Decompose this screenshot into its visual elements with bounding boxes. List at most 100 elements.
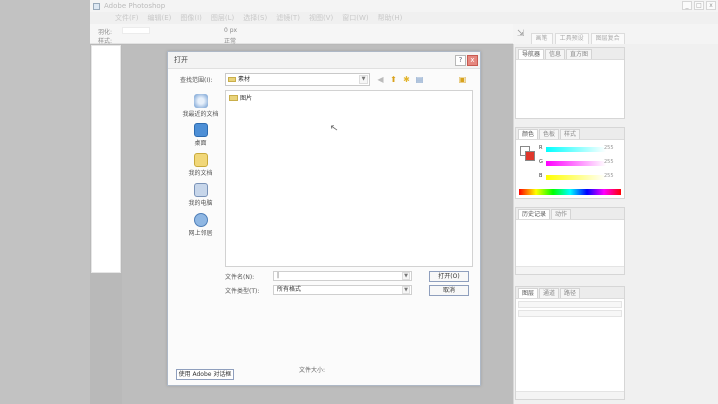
- chevron-down-icon[interactable]: ▼: [402, 272, 410, 280]
- tab-channels[interactable]: 通道: [539, 288, 560, 298]
- tab-info[interactable]: 信息: [545, 49, 566, 59]
- tab-swatches[interactable]: 色板: [539, 129, 560, 139]
- place-my-documents[interactable]: 我的文档: [178, 153, 223, 177]
- menu-image[interactable]: 图像(I): [180, 13, 202, 23]
- style-value[interactable]: 正常: [224, 36, 236, 45]
- file-browser-icon[interactable]: ▣: [458, 75, 467, 84]
- look-in-label: 查找范围(I):: [180, 77, 213, 84]
- dialog-close-button[interactable]: x: [467, 55, 478, 66]
- feather-value: 0 px: [224, 27, 238, 34]
- help-button[interactable]: ?: [455, 55, 466, 66]
- filetype-select[interactable]: 所有格式 ▼: [273, 285, 412, 295]
- place-desktop[interactable]: 桌面: [178, 123, 223, 147]
- color-spectrum-ramp[interactable]: [519, 189, 621, 195]
- navigator-tabs: 导航器 信息 直方图: [516, 48, 624, 60]
- list-item[interactable]: 图片: [229, 93, 252, 102]
- menu-layer[interactable]: 图层(L): [211, 13, 234, 23]
- place-recent-label: 我最近的文档: [182, 111, 219, 118]
- history-footer: [516, 266, 624, 274]
- history-palette: 历史记录 动作: [515, 207, 625, 275]
- mouse-pointer-icon: ↖: [329, 122, 340, 135]
- menu-window[interactable]: 窗口(W): [342, 13, 368, 23]
- tab-layer-comps[interactable]: 图层复合: [590, 33, 625, 44]
- recent-docs-icon: [193, 94, 208, 108]
- use-adobe-dialog-button[interactable]: 使用 Adobe 对话框: [176, 369, 234, 380]
- file-list[interactable]: 图片 ↖: [225, 90, 473, 267]
- green-slider[interactable]: [546, 161, 606, 166]
- app-title: Adobe Photoshop: [104, 2, 166, 10]
- menu-view[interactable]: 视图(V): [309, 13, 333, 23]
- red-value[interactable]: 255: [604, 145, 614, 151]
- left-background: [0, 0, 90, 404]
- filename-input[interactable]: | ▼: [273, 271, 412, 281]
- cancel-button[interactable]: 取消: [429, 285, 469, 296]
- chevron-down-icon[interactable]: ▼: [402, 286, 410, 294]
- network-icon: [193, 213, 208, 227]
- tab-tool-presets[interactable]: 工具预设: [554, 33, 589, 44]
- tab-history[interactable]: 历史记录: [518, 209, 551, 219]
- places-bar: 我最近的文档 桌面 我的文档 我的电脑 网上邻居: [178, 92, 223, 242]
- minimize-button[interactable]: _: [682, 1, 692, 10]
- view-menu-icon[interactable]: ▤: [415, 75, 424, 84]
- menu-bar: 文件(F) 编辑(E) 图像(I) 图层(L) 选择(S) 滤镜(T) 视图(V…: [90, 12, 718, 24]
- close-window-button[interactable]: x: [706, 1, 716, 10]
- brush-bar: ⇲ 画笔 工具预设 图层复合: [513, 24, 718, 44]
- folder-icon: [229, 94, 238, 101]
- menu-select[interactable]: 选择(S): [243, 13, 267, 23]
- chevron-down-icon[interactable]: ▼: [359, 75, 368, 84]
- open-button[interactable]: 打开(O): [429, 271, 469, 282]
- menu-help[interactable]: 帮助(H): [378, 13, 403, 23]
- blue-slider[interactable]: [546, 175, 606, 180]
- menu-edit[interactable]: 编辑(E): [148, 13, 172, 23]
- layers-tabs: 图层 通道 路径: [516, 287, 624, 299]
- background-color-swatch[interactable]: [525, 151, 535, 161]
- tab-histogram[interactable]: 直方图: [566, 49, 593, 59]
- tab-styles[interactable]: 样式: [560, 129, 581, 139]
- red-slider[interactable]: [546, 147, 606, 152]
- file-name: 图片: [240, 95, 253, 102]
- green-value[interactable]: 255: [604, 159, 614, 165]
- new-folder-icon[interactable]: ✱: [402, 75, 411, 84]
- look-in-select[interactable]: 素材 ▼: [225, 73, 370, 86]
- navigator-palette: 导航器 信息 直方图: [515, 47, 625, 119]
- tab-layers[interactable]: 图层: [518, 288, 539, 298]
- my-documents-icon: [193, 153, 208, 167]
- color-palette: 颜色 色板 样式 R 255 G 255 B 255: [515, 127, 625, 199]
- blend-mode-select[interactable]: [518, 301, 622, 308]
- filename-value: |: [277, 272, 280, 279]
- style-label: 样式:: [98, 38, 113, 45]
- app-title-bar: Adobe Photoshop _ □ x: [90, 0, 718, 12]
- place-my-computer[interactable]: 我的电脑: [178, 183, 223, 207]
- file-size-label: 文件大小:: [299, 367, 326, 374]
- layers-footer: [516, 391, 624, 399]
- filetype-value: 所有格式: [277, 286, 302, 293]
- toolbox[interactable]: [91, 45, 121, 273]
- tab-paths[interactable]: 路径: [560, 288, 581, 298]
- up-folder-icon[interactable]: ⬆: [389, 75, 398, 84]
- place-network-label: 网上邻居: [188, 230, 213, 237]
- feather-label: 羽化:: [98, 29, 113, 36]
- menu-filter[interactable]: 滤镜(T): [276, 13, 300, 23]
- menu-file[interactable]: 文件(F): [115, 13, 139, 23]
- desktop-icon: [193, 123, 208, 137]
- tab-brushes[interactable]: 画笔: [530, 33, 553, 44]
- filetype-label: 文件类型(T):: [225, 288, 260, 295]
- blue-value[interactable]: 255: [604, 173, 614, 179]
- red-channel-label: R: [539, 145, 543, 151]
- window-controls: _ □ x: [682, 1, 716, 10]
- tab-navigator[interactable]: 导航器: [518, 49, 545, 59]
- green-channel-label: G: [539, 159, 543, 165]
- place-network[interactable]: 网上邻居: [178, 213, 223, 237]
- palette-dock-icon[interactable]: ⇲: [517, 29, 525, 39]
- back-icon[interactable]: ◀: [376, 75, 385, 84]
- lock-options-row[interactable]: [518, 310, 622, 317]
- feather-field[interactable]: [122, 27, 150, 34]
- filename-label: 文件名(N):: [225, 274, 255, 281]
- place-recent[interactable]: 我最近的文档: [178, 94, 223, 118]
- tab-color[interactable]: 颜色: [518, 129, 539, 139]
- place-my-documents-label: 我的文档: [188, 170, 213, 177]
- blue-channel-label: B: [539, 173, 543, 179]
- place-desktop-label: 桌面: [194, 140, 207, 147]
- maximize-button[interactable]: □: [694, 1, 704, 10]
- tab-actions[interactable]: 动作: [551, 209, 572, 219]
